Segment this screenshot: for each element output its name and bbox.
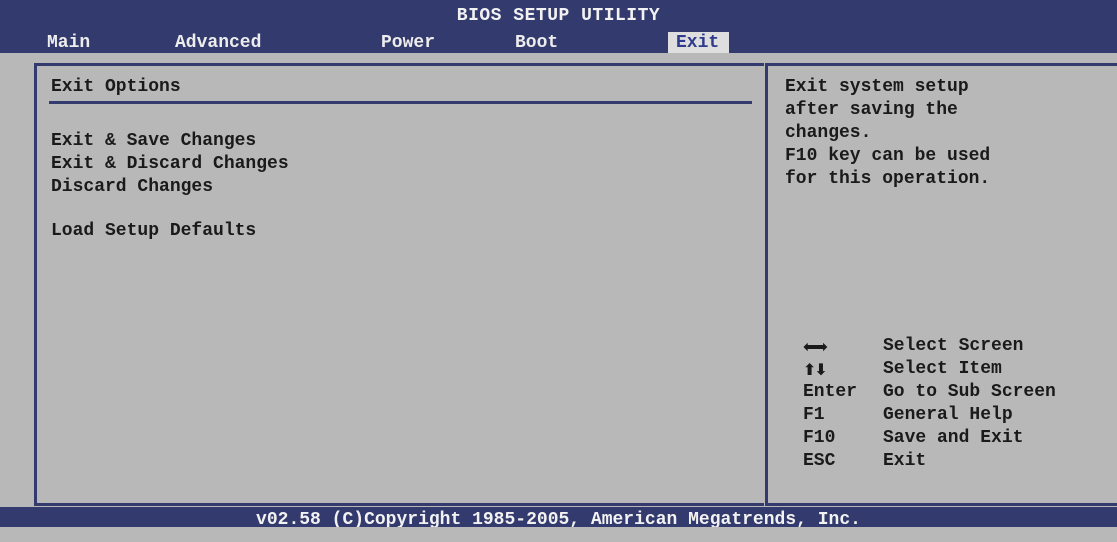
tab-exit[interactable]: Exit xyxy=(668,32,730,54)
key-description: Select Screen xyxy=(883,336,1024,356)
menu-item-exit-save[interactable]: Exit & Save Changes xyxy=(51,131,256,151)
menu-item-exit-discard[interactable]: Exit & Discard Changes xyxy=(51,154,289,174)
section-title: Exit Options xyxy=(51,77,181,97)
content-frame: Exit Options Exit & Save Changes Exit & … xyxy=(0,53,1117,507)
key-description: Save and Exit xyxy=(883,428,1024,448)
help-panel: Exit system setup after saving the chang… xyxy=(765,63,1117,506)
tab-boot[interactable]: Boot xyxy=(515,32,558,54)
key-row: F1 General Help xyxy=(803,404,1013,427)
app-title: BIOS SETUP UTILITY xyxy=(456,6,661,26)
key-legend: ⬅➡ Select Screen ⬆⬇ Select Item Enter Go… xyxy=(803,335,1056,473)
key-name: F1 xyxy=(803,405,825,425)
tab-power[interactable]: Power xyxy=(381,32,435,54)
key-name: F10 xyxy=(803,428,836,448)
key-description: Exit xyxy=(883,451,927,471)
key-description: Select Item xyxy=(883,359,1002,379)
menu-item-discard-changes[interactable]: Discard Changes xyxy=(51,177,213,197)
left-right-arrows-icon: ⬅➡ xyxy=(803,337,828,356)
key-description: Go to Sub Screen xyxy=(883,382,1056,402)
help-text: Exit system setup after saving the chang… xyxy=(785,77,991,189)
copyright-bar: v02.58 (C)Copyright 1985-2005, American … xyxy=(0,507,1117,527)
key-row: F10 Save and Exit xyxy=(803,427,1023,450)
key-row: Enter Go to Sub Screen xyxy=(803,381,1056,404)
up-down-arrows-icon: ⬆⬇ xyxy=(803,360,828,379)
tab-advanced[interactable]: Advanced xyxy=(175,32,261,54)
key-row: ⬆⬇ Select Item xyxy=(803,358,1002,381)
menu-item-load-defaults[interactable]: Load Setup Defaults xyxy=(51,221,256,241)
key-name: ESC xyxy=(803,451,836,471)
section-divider xyxy=(49,101,752,104)
key-row: ⬅➡ Select Screen xyxy=(803,335,1023,358)
header-bar: BIOS SETUP UTILITY Main Advanced Power B… xyxy=(0,0,1117,54)
key-description: General Help xyxy=(883,405,1013,425)
tab-main[interactable]: Main xyxy=(47,32,90,54)
options-panel: Exit Options Exit & Save Changes Exit & … xyxy=(34,63,764,506)
key-row: ESC Exit xyxy=(803,450,926,473)
key-name: Enter xyxy=(803,382,858,402)
